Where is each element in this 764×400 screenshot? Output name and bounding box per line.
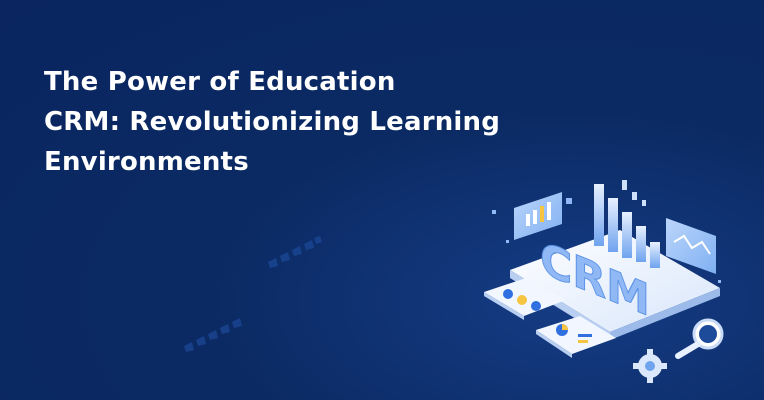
headline-line-1: The Power of Education — [44, 67, 396, 97]
chevron-arrows-decoration-upper — [268, 236, 322, 268]
headline-line-2: CRM: Revolutionizing Learning — [44, 107, 501, 137]
chevron-arrows-decoration-lower — [184, 318, 242, 352]
gear-icon — [633, 349, 667, 383]
headline: The Power of Education CRM: Revolutioniz… — [44, 62, 500, 182]
headline-line-3: Environments — [44, 147, 249, 177]
crm-illustration: CRM — [484, 180, 724, 383]
magnifier-icon — [675, 318, 724, 359]
hero-banner: The Power of Education CRM: Revolutioniz… — [0, 0, 764, 400]
